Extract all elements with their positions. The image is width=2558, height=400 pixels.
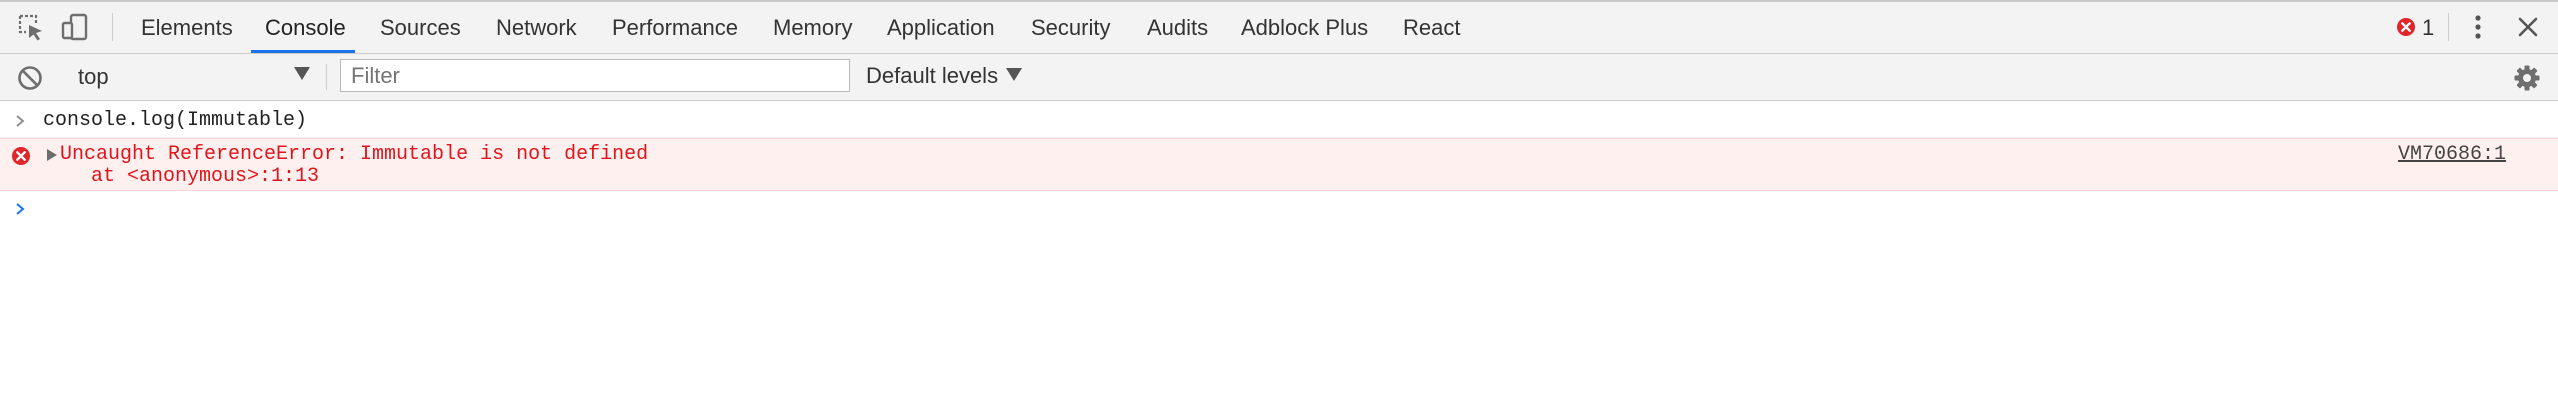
active-tab-indicator <box>251 50 355 53</box>
tab-network[interactable]: Network <box>496 0 577 53</box>
tab-sources[interactable]: Sources <box>380 0 461 53</box>
clear-console-icon[interactable] <box>17 65 43 91</box>
error-icon <box>12 147 30 165</box>
page-link-fragment: ▔▔▔▔▔▔▔▔▔▔▔ <box>1990 0 2210 16</box>
console-error-entry: Uncaught ReferenceError: Immutable is no… <box>0 138 2558 191</box>
tab-security[interactable]: Security <box>1031 0 1110 53</box>
toolbar-divider <box>326 64 327 90</box>
error-source-link[interactable]: VM70686:1 <box>2398 143 2506 166</box>
filter-input[interactable] <box>340 59 850 92</box>
context-dropdown-arrow[interactable] <box>294 67 310 80</box>
log-levels-label: Default levels <box>866 63 999 88</box>
device-toolbar-icon[interactable] <box>60 12 90 42</box>
chevron-down-icon <box>1006 68 1023 81</box>
expand-triangle-icon[interactable] <box>46 148 58 162</box>
toolbar-divider <box>112 13 113 41</box>
toolbar-divider <box>2448 13 2449 41</box>
tab-console[interactable]: Console <box>265 0 346 53</box>
error-icon <box>2397 18 2415 36</box>
error-count: 1 <box>2422 15 2435 40</box>
tab-application[interactable]: Application <box>887 0 995 53</box>
tab-adblock-plus[interactable]: Adblock Plus <box>1241 0 1368 53</box>
tab-performance[interactable]: Performance <box>612 0 738 53</box>
context-selector[interactable]: top <box>78 64 109 90</box>
inspect-icon[interactable] <box>15 12 45 42</box>
error-stack: at <anonymous>:1:13 <box>91 165 320 188</box>
devtools-tabbar: ▔▔▔▔▔▔▔▔▔▔▔ Elements Console Sources Net… <box>0 0 2558 54</box>
tab-elements[interactable]: Elements <box>141 0 233 53</box>
kebab-menu-icon[interactable] <box>2468 13 2488 41</box>
tab-audits[interactable]: Audits <box>1147 0 1208 53</box>
input-command: console.log(Immutable) <box>43 109 308 132</box>
error-message: Uncaught ReferenceError: Immutable is no… <box>60 143 649 166</box>
gear-icon[interactable] <box>2513 64 2541 92</box>
prompt-chevron-icon <box>16 203 25 215</box>
close-icon[interactable] <box>2516 15 2540 39</box>
log-levels-dropdown[interactable]: Default levels <box>866 63 1023 89</box>
console-prompt[interactable] <box>0 192 2558 228</box>
input-chevron-icon <box>16 115 25 127</box>
tab-memory[interactable]: Memory <box>773 0 852 53</box>
tab-react[interactable]: React <box>1403 0 1460 53</box>
console-input-entry: console.log(Immutable) <box>0 102 2558 138</box>
